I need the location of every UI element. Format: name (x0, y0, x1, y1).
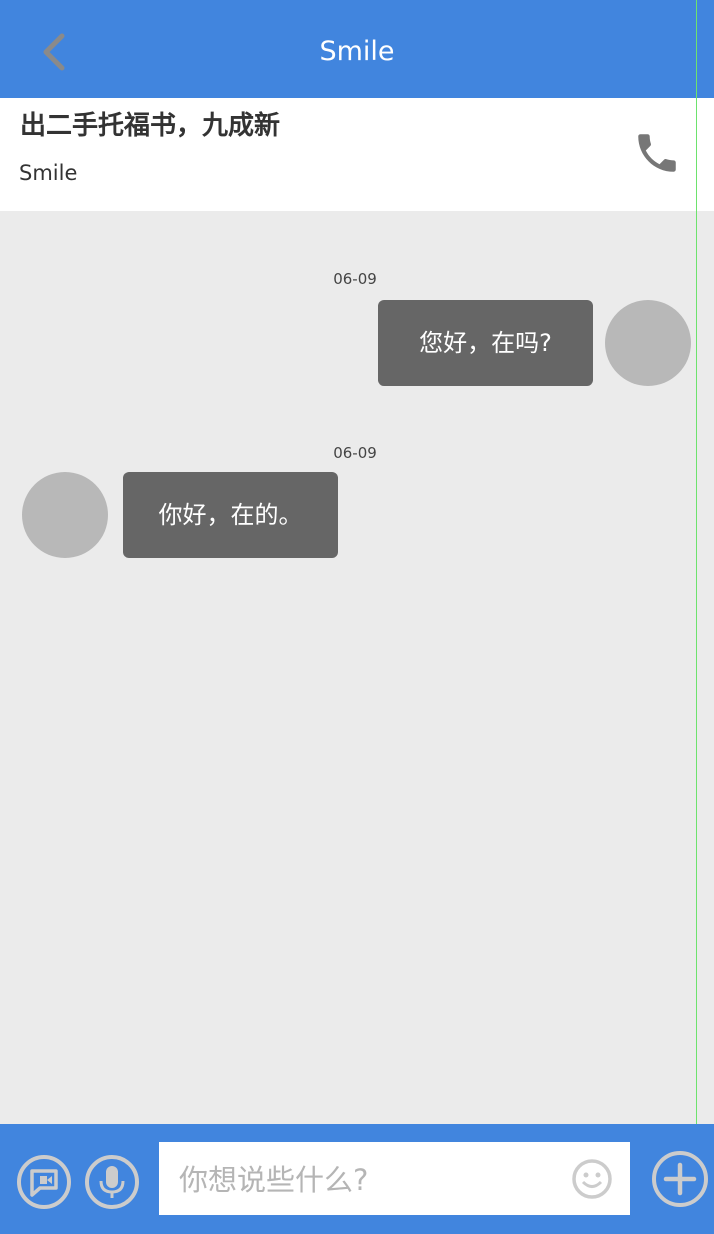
product-title: 出二手托福书，九成新 (20, 111, 281, 141)
message-input-box (159, 1142, 630, 1217)
incoming-message-bubble[interactable]: 你好，在的。 (123, 472, 338, 558)
phone-icon[interactable] (632, 128, 682, 178)
outgoing-message-bubble[interactable]: 您好，在吗? (378, 300, 593, 386)
message-timestamp: 06-09 (333, 270, 377, 288)
message-timestamp: 06-09 (333, 444, 377, 462)
page-title: Smile (319, 36, 395, 67)
plus-icon[interactable] (651, 1150, 709, 1208)
microphone-icon[interactable] (84, 1154, 140, 1210)
product-card[interactable]: 出二手托福书，九成新 Smile (0, 98, 714, 211)
avatar[interactable] (605, 300, 691, 386)
top-bar: Smile (0, 0, 714, 98)
seller-name: Smile (19, 161, 78, 185)
guide-line (696, 0, 697, 1234)
avatar[interactable] (22, 472, 108, 558)
video-chat-icon[interactable] (16, 1154, 72, 1210)
input-bar (0, 1124, 714, 1234)
emoji-icon[interactable] (571, 1158, 613, 1200)
message-input[interactable] (177, 1142, 561, 1217)
